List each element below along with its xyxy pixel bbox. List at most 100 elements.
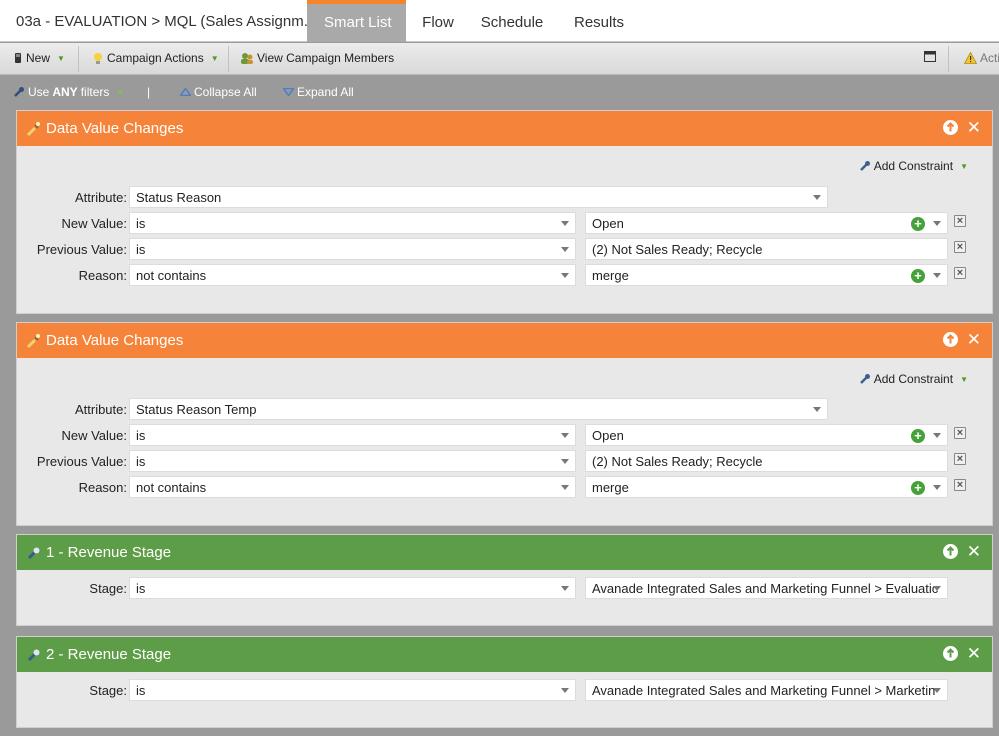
- operator-select[interactable]: not contains: [129, 264, 576, 286]
- operator-select[interactable]: is: [129, 424, 576, 446]
- chevron-down-icon: [933, 273, 941, 278]
- add-value-icon: +: [911, 217, 925, 231]
- remove-constraint-icon[interactable]: ×: [954, 241, 966, 253]
- value-input[interactable]: (2) Not Sales Ready; Recycle: [585, 238, 948, 260]
- close-icon[interactable]: ✕: [967, 119, 981, 136]
- chevron-down-icon: ▼: [960, 161, 968, 171]
- attribute-row: Attribute: Status Reason Temp: [17, 398, 992, 420]
- remove-constraint-icon[interactable]: ×: [954, 267, 966, 279]
- view-campaign-members-button[interactable]: View Campaign Members: [240, 51, 394, 65]
- constraint-row: Stage: is Avanade Integrated Sales and M…: [17, 679, 992, 701]
- constraint-row: New Value: is Open + ×: [17, 212, 992, 234]
- chevron-down-icon: [933, 688, 941, 693]
- chevron-down-icon: [933, 221, 941, 226]
- operator-select[interactable]: not contains: [129, 476, 576, 498]
- program-title: 03a - EVALUATION > MQL (Sales Assignm...: [16, 13, 317, 30]
- toolbar-divider: [228, 46, 229, 72]
- operator-select[interactable]: is: [129, 577, 576, 599]
- actions-label: Acti: [980, 51, 999, 65]
- chevron-down-icon: [561, 433, 569, 438]
- actions-button[interactable]: Acti: [964, 51, 999, 65]
- add-constraint-label: Add Constraint: [873, 159, 954, 173]
- constraint-label: Stage:: [89, 581, 127, 596]
- close-icon[interactable]: ✕: [967, 543, 981, 560]
- filter-card: Data Value Changes ✕ Add Constraint ▼ At…: [16, 322, 993, 526]
- collapse-all-button[interactable]: Collapse All: [180, 85, 257, 99]
- filter-header[interactable]: Data Value Changes ✕: [17, 111, 992, 146]
- filter-header[interactable]: Data Value Changes ✕: [17, 323, 992, 358]
- chevron-down-icon: [813, 195, 821, 200]
- chevron-down-icon: [561, 273, 569, 278]
- add-constraint-button[interactable]: Add Constraint ▼: [859, 372, 968, 386]
- toolbar-divider: [948, 46, 949, 72]
- expand-all-button[interactable]: Expand All: [283, 85, 354, 99]
- lightbulb-icon: [94, 52, 102, 64]
- remove-constraint-icon[interactable]: ×: [954, 427, 966, 439]
- move-up-icon[interactable]: [942, 120, 958, 135]
- tab-smart-list[interactable]: Smart List: [307, 0, 406, 42]
- constraint-row: Previous Value: is (2) Not Sales Ready; …: [17, 238, 992, 260]
- chevron-down-icon: [933, 433, 941, 438]
- operator-select[interactable]: is: [129, 212, 576, 234]
- remove-constraint-icon[interactable]: ×: [954, 479, 966, 491]
- filter-header[interactable]: 2 - Revenue Stage ✕: [17, 637, 992, 672]
- data-value-change-icon: [26, 121, 40, 136]
- constraint-label: Stage:: [89, 683, 127, 698]
- value-select[interactable]: Open +: [585, 424, 948, 446]
- move-up-icon[interactable]: [942, 544, 958, 559]
- add-constraint-label: Add Constraint: [873, 372, 954, 386]
- window-button[interactable]: [924, 51, 936, 62]
- value-select[interactable]: Open +: [585, 212, 948, 234]
- remove-constraint-icon[interactable]: ×: [954, 215, 966, 227]
- move-up-icon[interactable]: [942, 332, 958, 347]
- new-button[interactable]: New ▼: [13, 51, 65, 65]
- add-constraint-button[interactable]: Add Constraint ▼: [859, 159, 968, 173]
- constraint-label: Reason:: [78, 480, 127, 495]
- revenue-stage-icon: [27, 649, 40, 661]
- wrench-icon: [859, 161, 870, 171]
- campaign-actions-label: Campaign Actions: [107, 51, 204, 65]
- filter-card: 2 - Revenue Stage ✕ Stage: is Avanade In…: [16, 636, 993, 728]
- value-select[interactable]: Avanade Integrated Sales and Marketing F…: [585, 679, 948, 701]
- use-label: Use: [28, 85, 50, 99]
- tab-results[interactable]: Results: [552, 0, 646, 42]
- filter-title: 2 - Revenue Stage: [46, 646, 172, 663]
- value-select[interactable]: Avanade Integrated Sales and Marketing F…: [585, 577, 948, 599]
- operator-select[interactable]: is: [129, 679, 576, 701]
- any-label: ANY: [52, 85, 78, 99]
- tab-flow[interactable]: Flow: [406, 0, 470, 42]
- attribute-select[interactable]: Status Reason: [129, 186, 828, 208]
- campaign-actions-button[interactable]: Campaign Actions ▼: [92, 51, 219, 65]
- expand-arrow-icon: [283, 88, 294, 96]
- value-select[interactable]: merge +: [585, 476, 948, 498]
- chevron-down-icon: ▼: [116, 87, 125, 97]
- filter-options-bar: Use ANY filters ▼ | Collapse All Expand …: [0, 76, 999, 108]
- chevron-down-icon: [561, 485, 569, 490]
- value-select[interactable]: merge +: [585, 264, 948, 286]
- constraint-row: Reason: not contains merge + ×: [17, 476, 992, 498]
- filter-logic-dropdown[interactable]: Use ANY filters ▼: [13, 85, 124, 99]
- close-icon[interactable]: ✕: [967, 645, 981, 662]
- filter-header[interactable]: 1 - Revenue Stage ✕: [17, 535, 992, 570]
- members-icon: [241, 53, 253, 64]
- tab-schedule[interactable]: Schedule: [472, 0, 552, 42]
- value-input[interactable]: (2) Not Sales Ready; Recycle: [585, 450, 948, 472]
- operator-select[interactable]: is: [129, 450, 576, 472]
- chevron-down-icon: [561, 221, 569, 226]
- constraint-label: New Value:: [61, 428, 127, 443]
- collapse-all-label: Collapse All: [194, 85, 257, 99]
- remove-constraint-icon[interactable]: ×: [954, 453, 966, 465]
- new-label: New: [26, 51, 51, 65]
- constraint-label: Reason:: [78, 268, 127, 283]
- add-value-icon: +: [911, 481, 925, 495]
- operator-select[interactable]: is: [129, 238, 576, 260]
- attribute-label: Attribute:: [74, 190, 127, 205]
- attribute-select[interactable]: Status Reason Temp: [129, 398, 828, 420]
- new-icon: [15, 53, 21, 63]
- attribute-label: Attribute:: [74, 402, 127, 417]
- chevron-down-icon: ▼: [960, 374, 968, 384]
- close-icon[interactable]: ✕: [967, 331, 981, 348]
- chevron-down-icon: ▼: [210, 53, 219, 63]
- move-up-icon[interactable]: [942, 646, 958, 661]
- filter-title: Data Value Changes: [46, 120, 184, 137]
